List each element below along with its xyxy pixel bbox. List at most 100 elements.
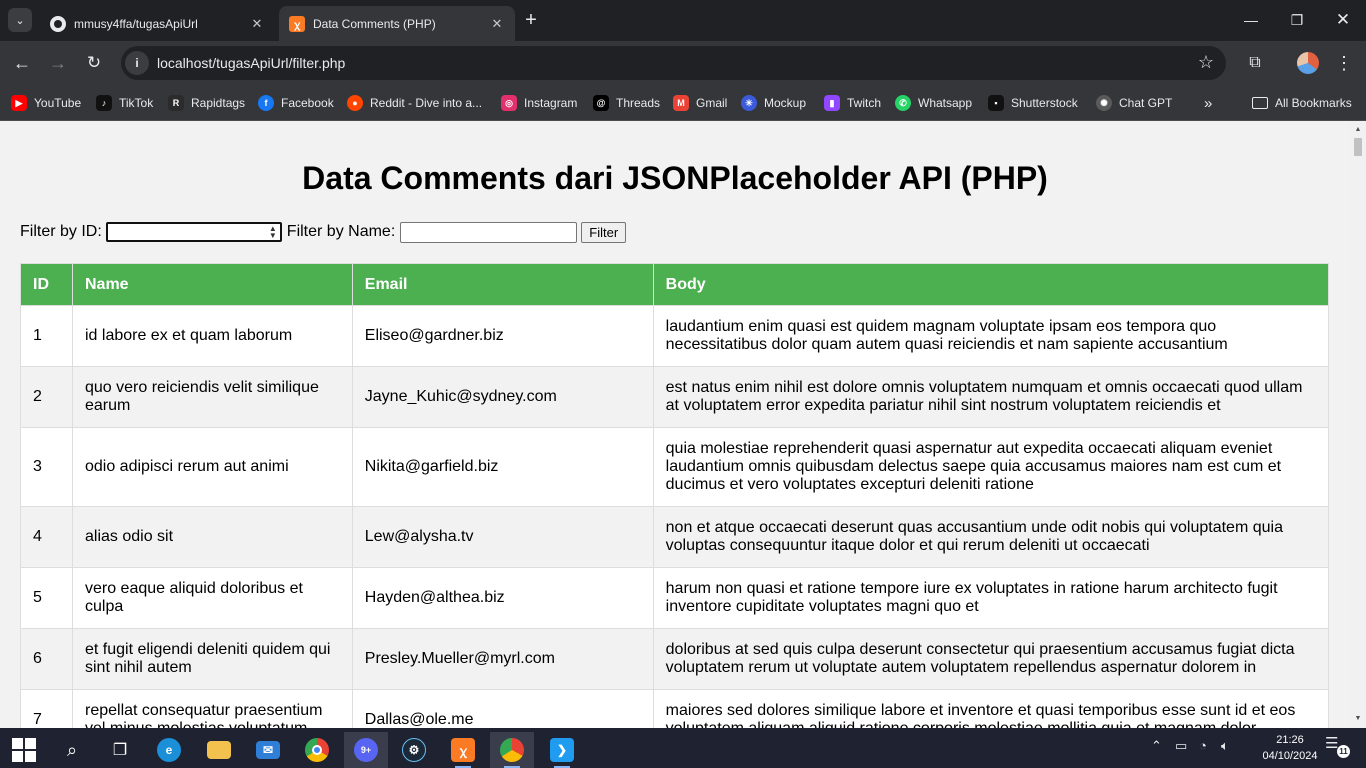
wifi-icon[interactable]: ◔	[1199, 738, 1207, 753]
bookmark-label: Facebook	[281, 96, 334, 110]
header-body: Body	[652, 263, 1330, 306]
menu-kebab-icon[interactable]: ⋮	[1332, 51, 1356, 75]
file-explorer-icon[interactable]	[197, 732, 241, 768]
discord-badge: 9+	[354, 738, 378, 762]
scroll-up-arrow-icon[interactable]: ▲	[1350, 123, 1366, 137]
filter-id-label: Filter by ID:	[20, 223, 102, 240]
system-clock[interactable]: 21:26 04/10/2024	[1262, 732, 1318, 764]
cell-body: est natus enim nihil est dolore omnis vo…	[652, 366, 1330, 428]
bookmark-instagram[interactable]: ◎ Instagram	[501, 92, 577, 114]
edge-icon[interactable]: e	[147, 732, 191, 768]
bookmark-whatsapp[interactable]: ✆ Whatsapp	[895, 92, 972, 114]
mail-icon[interactable]: ✉	[246, 732, 290, 768]
close-tab-icon[interactable]: ✕	[489, 16, 505, 32]
reddit-icon: ●	[347, 95, 363, 111]
profile-avatar[interactable]	[1297, 52, 1319, 74]
reload-button[interactable]: ↻	[82, 51, 106, 75]
table-row: 4 alias odio sit Lew@alysha.tv non et at…	[20, 506, 1330, 568]
xampp-icon: ꭓ	[289, 15, 305, 32]
bookmark-star-icon[interactable]: ☆	[1198, 52, 1214, 73]
cell-body: laudantium enim quasi est quidem magnam …	[652, 305, 1330, 367]
cell-name: repellat consequatur praesentium vel min…	[71, 689, 353, 728]
bookmark-label: TikTok	[119, 96, 154, 110]
restore-button[interactable]: ❐	[1274, 0, 1320, 40]
page-scrollbar[interactable]: ▲ ▼	[1350, 121, 1366, 728]
close-tab-icon[interactable]: ✕	[249, 16, 265, 32]
windows-start-icon[interactable]	[2, 732, 46, 768]
show-hidden-icons-chevron-icon[interactable]: ⌃	[1151, 738, 1162, 754]
bookmark-reddit[interactable]: ● Reddit - Dive into a...	[347, 92, 482, 114]
forward-button[interactable]: →	[46, 51, 70, 75]
cell-id: 5	[20, 567, 73, 629]
page-title: Data Comments dari JSONPlaceholder API (…	[302, 160, 1048, 196]
bookmark-threads[interactable]: @ Threads	[593, 92, 660, 114]
cell-email: Hayden@althea.biz	[351, 567, 654, 629]
chrome-profile-icon[interactable]	[490, 732, 534, 768]
bookmark-label: Whatsapp	[918, 96, 973, 110]
bookmark-rapidtags[interactable]: R Rapidtags	[168, 92, 245, 114]
tab-github[interactable]: mmusy4ffa/tugasApiUrl ✕	[40, 6, 275, 41]
cell-email: Dallas@ole.me	[351, 689, 654, 728]
url-text[interactable]: localhost/tugasApiUrl/filter.php	[157, 55, 345, 71]
address-bar[interactable]: i localhost/tugasApiUrl/filter.php ☆	[121, 46, 1226, 80]
scroll-down-arrow-icon[interactable]: ▼	[1350, 712, 1366, 726]
bookmark-youtube[interactable]: ▶ YouTube	[11, 92, 81, 114]
cell-email: Lew@alysha.tv	[351, 506, 654, 568]
folder-icon	[1252, 97, 1268, 109]
search-icon[interactable]: ⌕	[50, 732, 94, 768]
site-info-icon[interactable]: i	[125, 51, 149, 75]
steam-icon[interactable]: ⚙	[392, 732, 436, 768]
notification-count-badge: 11	[1337, 745, 1350, 758]
table-row: 3 odio adipisci rerum aut animi Nikita@g…	[20, 427, 1330, 507]
tab-data-comments[interactable]: ꭓ Data Comments (PHP) ✕	[279, 6, 515, 41]
all-bookmarks-label: All Bookmarks	[1275, 96, 1352, 110]
bookmark-label: Twitch	[847, 96, 882, 110]
filter-name-input[interactable]	[400, 221, 578, 243]
bookmark-shutterstock[interactable]: ▪ Shutterstock	[988, 92, 1078, 114]
discord-icon[interactable]: 9+	[344, 732, 388, 768]
browser-tab-strip: ⌄ mmusy4ffa/tugasApiUrl ✕ ꭓ Data Comment…	[0, 0, 1366, 41]
battery-icon[interactable]: ▭	[1175, 738, 1187, 754]
cell-email: Presley.Mueller@myrl.com	[351, 628, 654, 690]
bookmark-label: Mockup	[764, 96, 807, 110]
header-email: Email	[351, 263, 654, 306]
cell-name: vero eaque aliquid doloribus et culpa	[71, 567, 353, 629]
instagram-icon: ◎	[501, 95, 517, 111]
spinner-arrows-icon[interactable]: ▲ ▼	[269, 225, 277, 240]
chrome-icon[interactable]	[295, 732, 339, 768]
cell-name: odio adipisci rerum aut animi	[71, 427, 353, 507]
close-window-button[interactable]: ✕	[1320, 0, 1366, 40]
bookmark-twitch[interactable]: ▮ Twitch	[824, 92, 881, 114]
all-bookmarks-folder[interactable]: All Bookmarks	[1252, 92, 1352, 114]
new-tab-button[interactable]: +	[519, 9, 543, 33]
bookmark-tiktok[interactable]: ♪ TikTok	[96, 92, 153, 114]
cell-name: alias odio sit	[71, 506, 353, 568]
tab-title: mmusy4ffa/tugasApiUrl	[74, 16, 198, 31]
bookmark-gmail[interactable]: M Gmail	[673, 92, 727, 114]
cell-name: et fugit eligendi deleniti quidem qui si…	[71, 628, 353, 690]
filter-button[interactable]: Filter	[581, 221, 627, 243]
minimize-button[interactable]: —	[1228, 0, 1274, 40]
xampp-icon[interactable]: ꭓ	[441, 732, 485, 768]
cell-id: 3	[20, 427, 73, 507]
cell-body: maiores sed dolores similique labore et …	[652, 689, 1330, 728]
tab-search-chevron-icon[interactable]: ⌄	[8, 8, 32, 32]
vscode-icon[interactable]: ❯	[540, 732, 584, 768]
more-bookmarks-chevron-icon[interactable]: »	[1204, 92, 1212, 114]
notification-icon[interactable]: ☰ 11	[1325, 734, 1350, 758]
speaker-muted-icon[interactable]: 🔈︎	[1221, 738, 1229, 754]
filter-name-label: Filter by Name:	[286, 223, 396, 240]
cell-id: 2	[20, 366, 73, 428]
filter-id-number-input[interactable]: ▲ ▼	[105, 222, 282, 242]
bookmark-facebook[interactable]: f Facebook	[258, 92, 334, 114]
back-button[interactable]: ←	[10, 51, 34, 75]
extensions-icon[interactable]: ⧉	[1243, 51, 1267, 75]
bookmark-label: Gmail	[696, 96, 728, 110]
bookmark-label: Chat GPT	[1119, 96, 1173, 110]
bookmark-chatgpt[interactable]: ✺ Chat GPT	[1096, 92, 1172, 114]
scrollbar-thumb[interactable]	[1354, 138, 1362, 156]
bookmark-mockup[interactable]: ✳ Mockup	[741, 92, 806, 114]
task-view-icon[interactable]: ❐	[98, 732, 142, 768]
rapidtags-icon: R	[168, 95, 184, 111]
cell-name: id labore ex et quam laborum	[71, 305, 353, 367]
